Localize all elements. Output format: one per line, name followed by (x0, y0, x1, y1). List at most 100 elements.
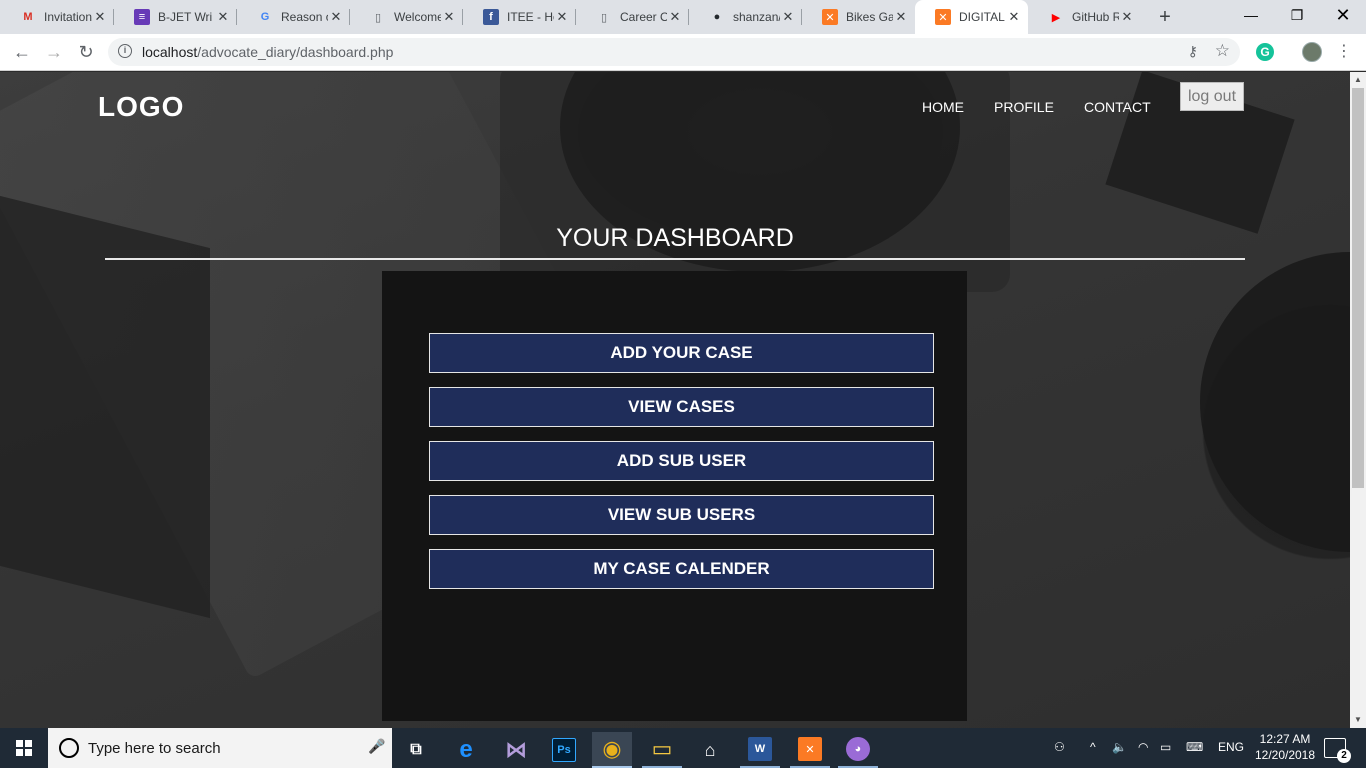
close-tab-icon[interactable]: ✕ (215, 9, 231, 25)
browser-toolbar: ← → ↻ i localhost/advocate_diary/dashboa… (0, 34, 1366, 71)
new-tab-icon[interactable]: + (1155, 6, 1175, 28)
close-tab-icon[interactable]: ✕ (780, 9, 796, 25)
close-tab-icon[interactable]: ✕ (1006, 9, 1022, 25)
search-placeholder: Type here to search (88, 740, 221, 757)
minimize-icon[interactable]: — (1228, 0, 1274, 30)
start-button[interactable] (0, 728, 48, 768)
github-icon: ● (713, 11, 721, 23)
tab-title: Welcome (394, 10, 441, 24)
language-indicator[interactable]: ENG (1218, 740, 1244, 754)
browser-tab-strip: M Invitation ✕ ≡ B-JET Wri ✕ G Reason o … (0, 0, 1366, 34)
wifi-icon[interactable]: ◠ (1138, 740, 1148, 754)
address-bar[interactable]: i localhost/advocate_diary/dashboard.php… (108, 38, 1240, 66)
case-calendar-button[interactable]: MY CASE CALENDER (429, 549, 934, 589)
reload-icon[interactable]: ↻ (74, 40, 98, 64)
profile-avatar[interactable] (1302, 42, 1322, 62)
browser-tab-active[interactable]: ✕ DIGITAL / ✕ (915, 0, 1028, 34)
battery-icon[interactable]: ▭ (1160, 740, 1171, 754)
action-center-icon[interactable]: 2 (1324, 738, 1351, 763)
close-tab-icon[interactable]: ✕ (441, 9, 457, 25)
clock-date: 12/20/2018 (1254, 748, 1316, 762)
browser-tab[interactable]: M Invitation ✕ (0, 0, 114, 34)
file-explorer-icon[interactable]: ▭ (642, 732, 682, 768)
close-tab-icon[interactable]: ✕ (328, 9, 344, 25)
tab-title: B-JET Wri (158, 10, 213, 24)
view-cases-button[interactable]: VIEW CASES (429, 387, 934, 427)
forward-icon[interactable]: → (42, 40, 66, 64)
url-text[interactable]: localhost/advocate_diary/dashboard.php (142, 44, 393, 60)
chrome-icon[interactable]: ◉ (592, 732, 632, 768)
show-hidden-icons-icon[interactable]: ^ (1090, 740, 1096, 754)
microphone-icon[interactable]: 🎤 (368, 738, 385, 758)
nav-profile[interactable]: PROFILE (994, 99, 1054, 115)
people-icon[interactable]: ⚇ (1054, 740, 1065, 754)
view-sub-users-button[interactable]: VIEW SUB USERS (429, 495, 934, 535)
xampp-icon[interactable]: ✕ (790, 732, 830, 768)
system-clock[interactable]: 12:27 AM 12/20/2018 (1250, 731, 1320, 763)
scrollbar-thumb[interactable] (1352, 88, 1364, 488)
page-scrollbar[interactable]: ▲ ▼ (1350, 72, 1366, 728)
page-viewport: LOGO HOME PROFILE CONTACT log out YOUR D… (0, 72, 1350, 728)
add-sub-user-button[interactable]: ADD SUB USER (429, 441, 934, 481)
page-icon: ▯ (600, 11, 608, 24)
edge-icon[interactable]: e (446, 732, 486, 768)
google-icon: G (260, 11, 270, 23)
browser-tab[interactable]: ▯ Career O ✕ (576, 0, 689, 34)
scroll-down-icon[interactable]: ▼ (1350, 712, 1366, 728)
nav-contact[interactable]: CONTACT (1084, 99, 1151, 115)
browser-tab[interactable]: ▯ Welcome ✕ (350, 0, 463, 34)
scroll-up-icon[interactable]: ▲ (1350, 72, 1366, 88)
info-icon[interactable]: i (118, 44, 132, 58)
browser-tab[interactable]: ▶ GitHub R ✕ (1028, 0, 1141, 34)
key-icon[interactable]: ⚷ (1188, 43, 1198, 60)
tab-title: Career O (620, 10, 667, 24)
back-icon[interactable]: ← (10, 40, 34, 64)
page-title: YOUR DASHBOARD (556, 224, 794, 252)
logout-button[interactable]: log out (1180, 82, 1244, 111)
task-view-icon[interactable]: ⧉ (396, 732, 436, 768)
browser-tab[interactable]: f ITEE - Ho ✕ (463, 0, 576, 34)
browser-tab[interactable]: ✕ Bikes Ga ✕ (802, 0, 915, 34)
page-icon: ▯ (374, 11, 382, 24)
notification-count: 2 (1337, 749, 1351, 763)
close-tab-icon[interactable]: ✕ (893, 9, 909, 25)
tab-title: DIGITAL / (959, 10, 1006, 24)
photoshop-icon[interactable]: Ps (544, 732, 584, 768)
github-desktop-icon[interactable]: ◕ (838, 732, 878, 768)
close-tab-icon[interactable]: ✕ (554, 9, 570, 25)
xampp-icon: ✕ (822, 9, 838, 25)
gmail-icon: M (23, 11, 33, 23)
volume-icon[interactable]: 🔈 (1112, 740, 1127, 754)
close-tab-icon[interactable]: ✕ (1119, 9, 1135, 25)
grammarly-extension-icon[interactable]: G (1256, 43, 1274, 61)
site-logo[interactable]: LOGO (98, 91, 184, 123)
tab-title: ITEE - Ho (507, 10, 554, 24)
bookmark-star-icon[interactable]: ☆ (1215, 41, 1230, 61)
visual-studio-icon[interactable]: ⋈ (496, 732, 536, 768)
tab-title: GitHub R (1072, 10, 1119, 24)
youtube-icon: ▶ (1051, 11, 1061, 24)
browser-tab[interactable]: ≡ B-JET Wri ✕ (114, 0, 237, 34)
title-divider (105, 258, 1245, 260)
close-window-icon[interactable]: ✕ (1320, 0, 1366, 30)
nav-home[interactable]: HOME (922, 99, 964, 115)
clock-time: 12:27 AM (1259, 732, 1311, 746)
add-case-button[interactable]: ADD YOUR CASE (429, 333, 934, 373)
tab-title: shanzan/ (733, 10, 780, 24)
background-record-image (1200, 252, 1350, 552)
menu-dots-icon[interactable]: ⋮ (1336, 42, 1352, 62)
facebook-icon: f (483, 9, 499, 25)
word-icon[interactable]: W (740, 732, 780, 768)
windows-logo-icon (16, 740, 32, 756)
browser-tab[interactable]: G Reason o ✕ (237, 0, 350, 34)
tab-title: Bikes Ga (846, 10, 893, 24)
store-icon[interactable]: ⌂ (690, 732, 730, 768)
taskbar-search-box[interactable]: Type here to search 🎤 (48, 728, 392, 768)
tab-title: Reason o (281, 10, 328, 24)
close-tab-icon[interactable]: ✕ (667, 9, 683, 25)
forms-icon: ≡ (134, 9, 150, 25)
restore-icon[interactable]: ❐ (1274, 0, 1320, 30)
keyboard-icon[interactable]: ⌨ (1186, 740, 1203, 754)
close-tab-icon[interactable]: ✕ (92, 9, 108, 25)
browser-tab[interactable]: ● shanzan/ ✕ (689, 0, 802, 34)
